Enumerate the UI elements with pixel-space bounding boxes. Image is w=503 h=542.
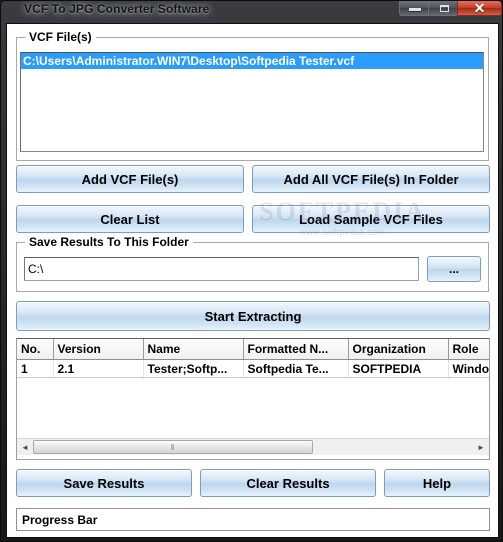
close-button[interactable]: ✕ xyxy=(457,1,502,16)
table-row[interactable]: 1 2.1 Tester;Softp... Softpedia Te... SO… xyxy=(17,359,489,378)
scroll-right-arrow[interactable]: ► xyxy=(473,439,489,455)
cell-role: Windows xyxy=(448,359,489,378)
client-area: VCF File(s) C:\Users\Administrator.WIN7\… xyxy=(6,23,499,538)
table-header-row: No. Version Name Formatted N... Organiza… xyxy=(17,339,489,360)
cell-version: 2.1 xyxy=(53,359,144,378)
scrollbar-thumb[interactable]: ‖ xyxy=(33,440,313,454)
column-header-version[interactable]: Version xyxy=(53,339,144,360)
column-header-no[interactable]: No. xyxy=(17,339,54,360)
column-header-name[interactable]: Name xyxy=(143,339,244,360)
column-header-organization[interactable]: Organization xyxy=(348,339,449,360)
cell-formatted-name: Softpedia Te... xyxy=(243,359,349,378)
scrollbar-grip-icon: ‖ xyxy=(170,442,176,452)
title-bar[interactable]: VCF To JPG Converter Software ✕ xyxy=(1,1,502,20)
clear-list-button[interactable]: Clear List xyxy=(16,205,244,233)
results-grid: No. Version Name Formatted N... Organiza… xyxy=(17,339,489,378)
progress-bar: Progress Bar xyxy=(16,508,490,531)
minimize-icon xyxy=(409,8,421,11)
cell-organization: SOFTPEDIA xyxy=(348,359,449,378)
load-sample-vcf-files-button[interactable]: Load Sample VCF Files xyxy=(252,205,490,233)
column-header-formatted-name[interactable]: Formatted N... xyxy=(243,339,349,360)
table-horizontal-scrollbar[interactable]: ◄ ‖ ► xyxy=(17,438,489,455)
column-header-role[interactable]: Role xyxy=(448,339,489,360)
clear-results-button[interactable]: Clear Results xyxy=(200,469,376,497)
browse-folder-button[interactable]: ... xyxy=(427,256,481,282)
scrollbar-track[interactable]: ‖ xyxy=(33,439,473,455)
maximize-icon xyxy=(440,5,449,12)
vcf-files-listbox[interactable]: C:\Users\Administrator.WIN7\Desktop\Soft… xyxy=(20,52,484,152)
add-all-vcf-files-in-folder-button[interactable]: Add All VCF File(s) In Folder xyxy=(252,165,490,193)
add-vcf-files-button[interactable]: Add VCF File(s) xyxy=(16,165,244,193)
window-controls: ✕ xyxy=(399,1,502,18)
window-title: VCF To JPG Converter Software xyxy=(24,2,210,16)
save-folder-input[interactable]: C:\ xyxy=(24,257,419,281)
app-window: VCF To JPG Converter Software ✕ VCF File… xyxy=(0,0,503,542)
maximize-button[interactable] xyxy=(428,1,458,16)
minimize-button[interactable] xyxy=(399,1,429,16)
save-results-button[interactable]: Save Results xyxy=(16,469,192,497)
scroll-left-arrow[interactable]: ◄ xyxy=(17,439,33,455)
save-folder-group-label: Save Results To This Folder xyxy=(25,235,193,249)
vcf-files-group-label: VCF File(s) xyxy=(25,30,96,44)
close-icon: ✕ xyxy=(473,0,486,16)
start-extracting-button[interactable]: Start Extracting xyxy=(16,301,490,331)
cell-name: Tester;Softp... xyxy=(143,359,244,378)
help-button[interactable]: Help xyxy=(384,469,490,497)
cell-no: 1 xyxy=(17,359,54,378)
list-item[interactable]: C:\Users\Administrator.WIN7\Desktop\Soft… xyxy=(21,53,483,69)
